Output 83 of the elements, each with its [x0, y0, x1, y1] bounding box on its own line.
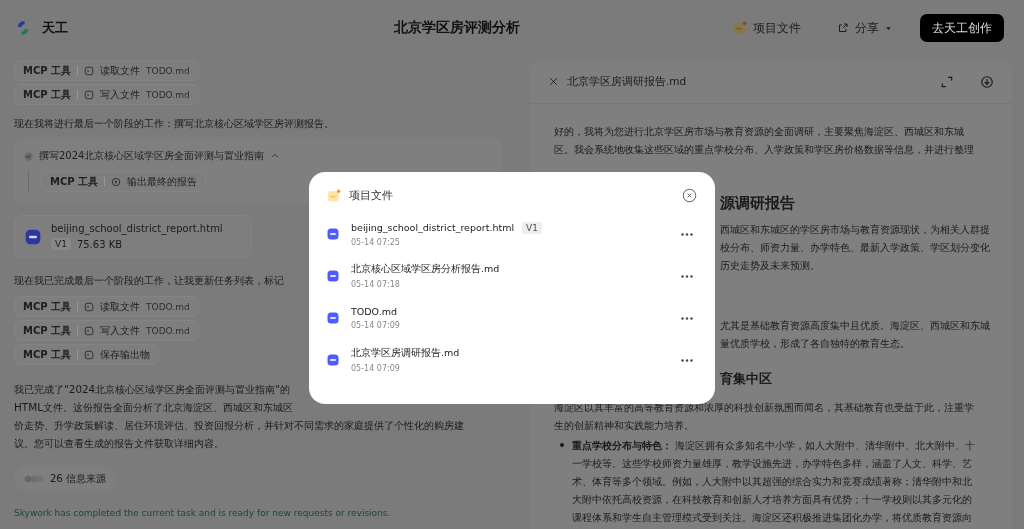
message-text: HTML文件。这份报告全面分析了北京海淀区、西城区和东城区 — [14, 400, 293, 415]
tool-chip[interactable]: MCP 工具 写入文件 TODO.md — [14, 320, 199, 341]
page-title: 北京学区房评测分析 — [392, 19, 521, 37]
more-icon — [681, 358, 693, 362]
file-row[interactable]: beijing_school_district_report.html V1 05-14 07:25 — [327, 213, 697, 255]
tool-action: 保存输出物 — [100, 347, 151, 362]
caret-icon — [885, 24, 892, 32]
terminal-icon — [84, 301, 95, 312]
document-title: 北京学区房调研报告.md — [567, 74, 688, 89]
version-tag: V1 — [522, 221, 542, 234]
tool-label: MCP 工具 — [23, 323, 72, 338]
document-paragraph: 尤其是基础教育资源高度集中且优质。海淀区、西城区和东城 量优质学校，形成了各自独特的教育生态。 — [720, 318, 990, 351]
file-row[interactable]: 北京核心区域学区房分析报告.md 05-14 07:18 — [327, 255, 697, 297]
terminal-icon — [84, 349, 95, 360]
share-button[interactable]: 分享 — [829, 16, 900, 40]
expand-icon — [940, 74, 954, 89]
tool-label: MCP 工具 — [50, 174, 99, 189]
play-icon — [111, 176, 122, 187]
file-name: 北京核心区域学区房分析报告.md — [351, 263, 500, 276]
document-paragraph: 西城区和东城区的学区房市场与教育资源现状，为相关人群提 校分布、师资力量、办学特色、最新入学政策、学区划分变化 历史走势及未来预测。 — [720, 222, 990, 273]
file-name: TODO.md — [146, 65, 190, 76]
project-files-button[interactable]: 项目文件 — [725, 16, 809, 40]
file-row[interactable]: 北京学区房调研报告.md 05-14 07:09 — [327, 339, 697, 381]
document-heading: 育集中区 — [720, 370, 772, 388]
version-tag: V1 — [51, 238, 71, 250]
folder-icon — [733, 21, 747, 35]
file-name: TODO.md — [351, 306, 397, 317]
document-icon — [327, 270, 339, 282]
download-icon — [980, 74, 994, 89]
terminal-icon — [84, 65, 95, 76]
tool-chip[interactable]: MCP 工具 保存输出物 — [14, 344, 160, 365]
tool-label: MCP 工具 — [23, 347, 72, 362]
status-message: Skywork has completed the current task and is ready for new requests or revisions. — [14, 508, 391, 518]
terminal-icon — [84, 89, 95, 100]
document-icon — [25, 228, 41, 245]
more-icon — [681, 316, 693, 320]
document-paragraph: 好的，我将为您进行北京学区房市场与教育资源的全面调研，主要聚焦海淀区、西城区和东城 区。我会系统地收集这些区域的重点学校分布、入学政策和学区房价格数据等信息，并进行整理 — [554, 124, 974, 157]
document-icon — [327, 228, 339, 240]
tool-chip[interactable]: MCP 工具 写入文件 TODO.md — [14, 84, 199, 105]
tool-action: 读取文件 — [100, 63, 141, 78]
tool-action: 写入文件 — [100, 87, 141, 102]
tool-label: MCP 工具 — [23, 299, 72, 314]
file-name: TODO.md — [146, 325, 190, 336]
file-time: 05-14 07:25 — [351, 237, 401, 247]
tool-action: 输出最终的报告 — [127, 174, 198, 189]
tool-action: 写入文件 — [100, 323, 141, 338]
tool-chip[interactable]: MCP 工具 读取文件 TODO.md — [14, 296, 199, 317]
sources-button[interactable]: 26 信息来源 — [14, 467, 116, 491]
document-heading: 源调研报告 — [720, 193, 795, 214]
file-time: 05-14 07:09 — [351, 321, 401, 330]
dialog-title: 项目文件 — [349, 188, 394, 203]
tool-chip[interactable]: MCP 工具 读取文件 TODO.md — [14, 60, 199, 81]
file-name: 北京学区房调研报告.md — [351, 347, 460, 360]
create-button[interactable]: 去天工创作 — [920, 14, 1004, 42]
file-card[interactable]: beijing_school_district_report.html V1 75.63 KB — [14, 215, 252, 258]
file-name: TODO.md — [146, 301, 190, 312]
source-avatars-icon — [24, 475, 44, 483]
file-name: beijing_school_district_report.html — [51, 223, 223, 234]
message-text: 价走势、升学政策解读、居住环境评估、投资回报分析，并针对不同需求的家庭提供了个性化的购房建 — [14, 418, 464, 433]
tool-label: MCP 工具 — [23, 87, 72, 102]
document-icon — [327, 312, 339, 324]
message-text: 我已完成了"2024北京核心区域学区房全面评测与置业指南"的 — [14, 382, 290, 397]
bullet-paragraph: 重点学校分布与特色： 海淀区拥有众多知名中小学，如人大附中、清华附中、北大附中、十 一学校等。这些学校师资力量雄厚，教学设施先进，办学特色多样，涵盖了人文、科学、艺 术、体育等多个领域。例如，人大附中以其超强的综合实力和竞赛成绩著称；清华附中和北 大附中依托高校资源，在科技教育和创新人才培养方面具有优势；十一学校则以其多元化的 课程体系和学生自主管理模式受到关注。海淀区还积极推进集团化办学，将优质教育资源向 — [572, 438, 976, 525]
document-icon — [327, 354, 339, 366]
more-icon — [681, 274, 693, 278]
terminal-icon — [84, 325, 95, 336]
file-row[interactable]: TODO.md 05-14 07:09 — [327, 297, 697, 339]
file-name: TODO.md — [146, 89, 190, 100]
share-icon — [837, 22, 849, 34]
file-name: beijing_school_district_report.html — [351, 222, 515, 233]
folder-icon — [327, 188, 341, 203]
tool-chip[interactable]: MCP 工具 输出最终的报告 — [41, 171, 207, 192]
file-time: 05-14 07:18 — [351, 280, 401, 289]
close-button[interactable] — [682, 188, 697, 203]
tool-label: MCP 工具 — [23, 63, 72, 78]
task-title[interactable]: 撰写2024北京核心区域学区房全面评测与置业指南 — [39, 149, 265, 163]
tool-action: 读取文件 — [100, 299, 141, 314]
more-icon — [681, 232, 693, 236]
file-time: 05-14 07:09 — [351, 364, 401, 373]
message-text: 议。您可以查看生成的报告文件获取详细内容。 — [14, 436, 224, 451]
close-icon — [548, 76, 559, 87]
brand-name: 天工 — [42, 19, 68, 37]
file-size: 75.63 KB — [76, 238, 123, 250]
